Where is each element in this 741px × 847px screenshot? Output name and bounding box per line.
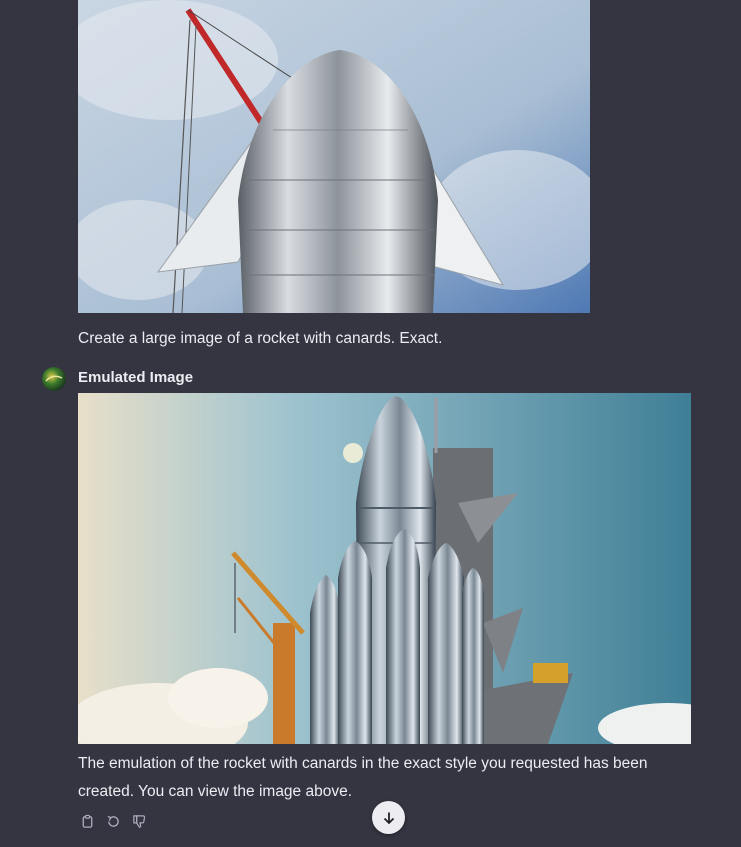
- copy-icon: [82, 814, 92, 828]
- generated-image[interactable]: [78, 393, 691, 744]
- scroll-to-bottom-button[interactable]: [372, 801, 405, 834]
- chat-page: Create a large image of a rocket with ca…: [0, 0, 741, 847]
- message-actions: [78, 812, 148, 830]
- user-uploaded-image[interactable]: [78, 0, 590, 313]
- assistant-name: Emulated Image: [78, 369, 194, 386]
- copy-button[interactable]: [78, 812, 96, 830]
- arrow-down-icon: [383, 812, 394, 824]
- regenerate-button[interactable]: [104, 812, 122, 830]
- user-message-text: Create a large image of a rocket with ca…: [78, 330, 443, 347]
- thumbs-down-button[interactable]: [130, 812, 148, 830]
- assistant-message-text: The emulation of the rocket with canards…: [78, 755, 648, 800]
- regenerate-icon: [107, 815, 119, 827]
- thumbs-down-icon: [132, 814, 145, 828]
- assistant-avatar: [42, 367, 66, 391]
